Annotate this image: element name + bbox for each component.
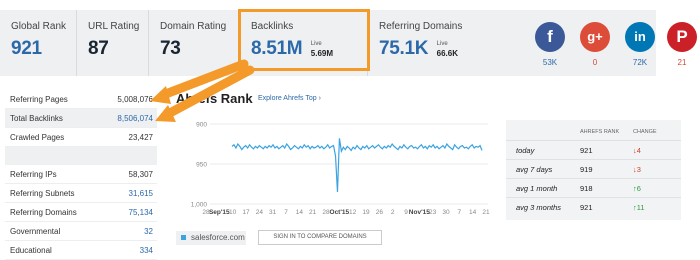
annotation-arrows	[150, 59, 255, 122]
